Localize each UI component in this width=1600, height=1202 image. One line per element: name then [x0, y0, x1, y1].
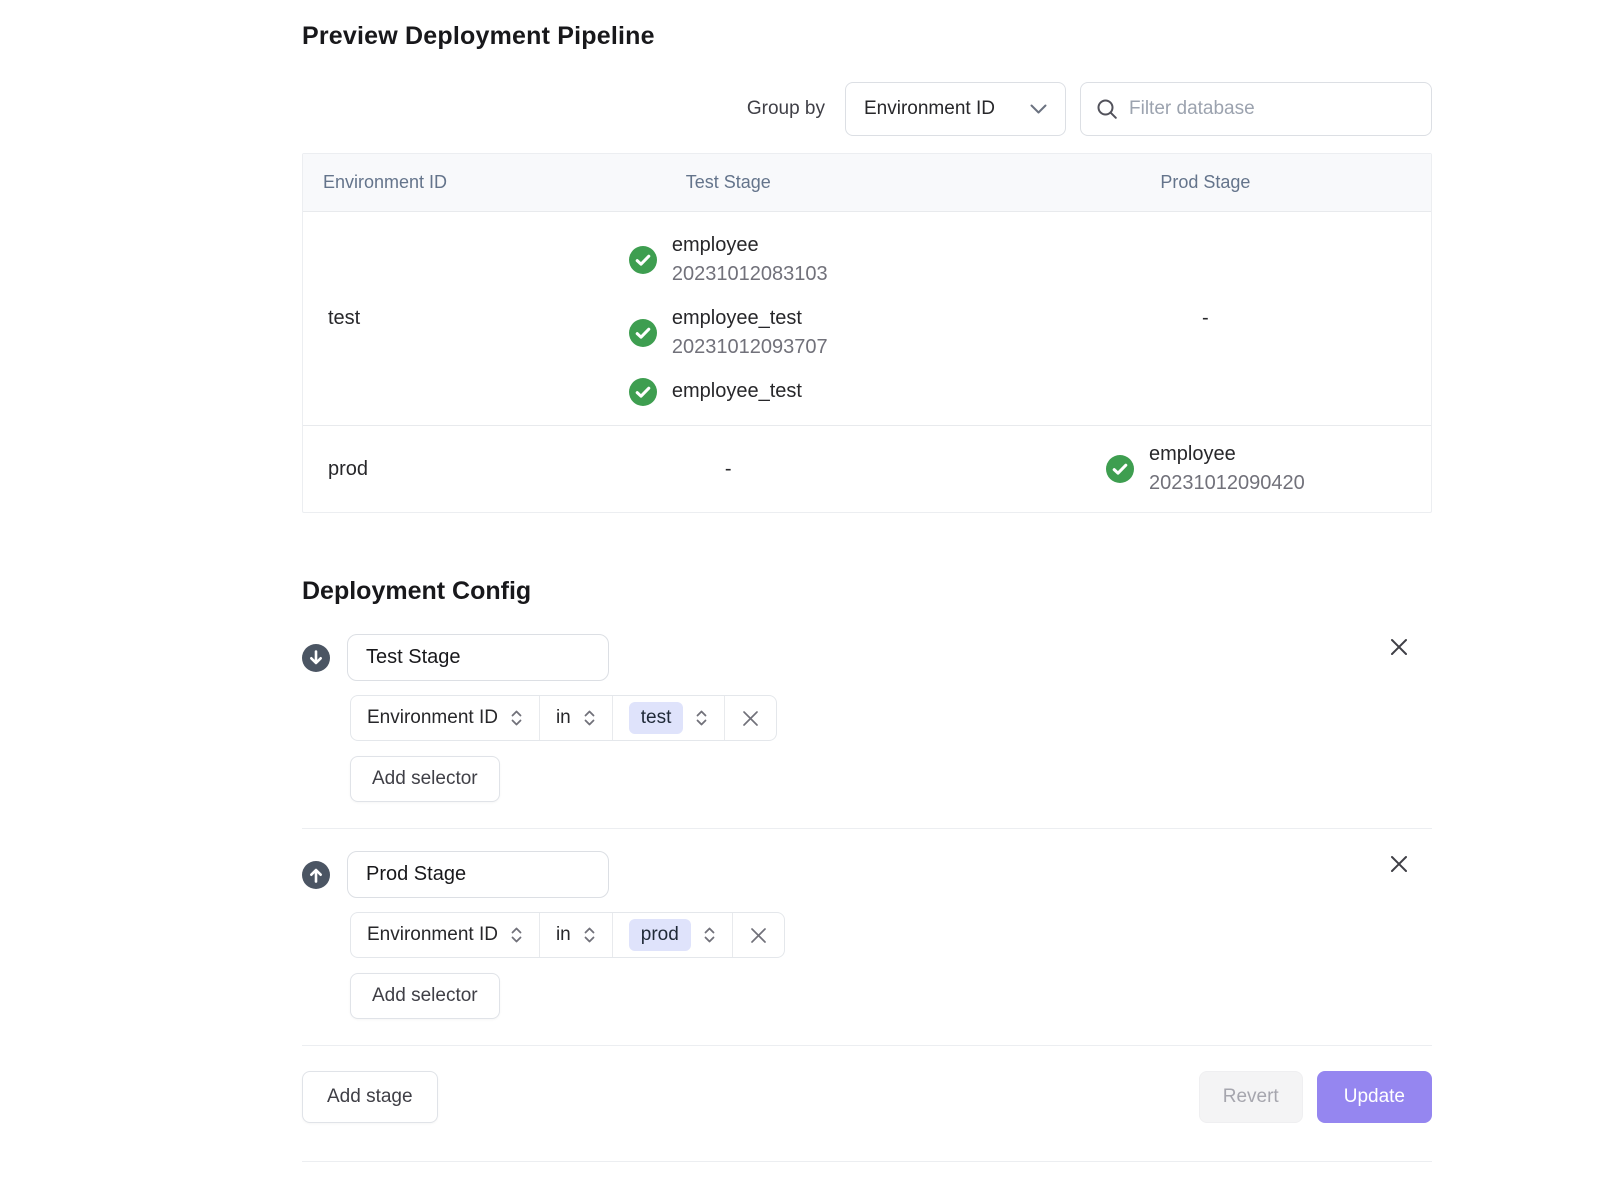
footer-actions: Add stage Revert Update [302, 1046, 1432, 1123]
search-icon [1096, 98, 1118, 120]
success-check-icon [629, 378, 657, 406]
filter-database-input[interactable] [1129, 98, 1416, 120]
update-button[interactable]: Update [1317, 1071, 1432, 1123]
database-name: employee [672, 231, 828, 260]
revert-button[interactable]: Revert [1199, 1071, 1303, 1123]
environment-name: test [303, 307, 477, 330]
pipeline-table: Environment ID Test Stage Prod Stage tes… [302, 153, 1432, 513]
updown-chevron-icon [695, 708, 708, 728]
database-name: employee_test [672, 377, 802, 406]
success-check-icon [629, 319, 657, 347]
arrow-up-circle-icon [302, 861, 330, 889]
group-by-select[interactable]: Environment ID [845, 82, 1066, 136]
group-by-value: Environment ID [864, 98, 995, 120]
selector-rule: Environment ID in prod [350, 912, 785, 958]
database-entry: employee_test 20231012093707 [629, 304, 828, 362]
add-selector-button[interactable]: Add selector [350, 756, 500, 802]
database-version: 20231012090420 [1149, 469, 1305, 498]
arrow-down-circle-icon [302, 644, 330, 672]
success-check-icon [629, 246, 657, 274]
selector-key-select[interactable]: Environment ID [351, 913, 540, 957]
pipeline-toolbar: Group by Environment ID [302, 82, 1432, 136]
updown-chevron-icon [583, 708, 596, 728]
page-title: Preview Deployment Pipeline [302, 22, 1432, 51]
add-stage-button[interactable]: Add stage [302, 1071, 438, 1123]
table-header-row: Environment ID Test Stage Prod Stage [303, 154, 1431, 211]
group-by-label: Group by [747, 98, 825, 120]
database-version: 20231012093707 [672, 333, 828, 362]
selector-value-tag: test [629, 702, 684, 734]
table-row: test employee 20231012083103 employee_te… [303, 211, 1431, 425]
selector-value-select[interactable]: prod [613, 913, 733, 957]
add-selector-button[interactable]: Add selector [350, 973, 500, 1019]
table-row: prod - employee 20231012090420 [303, 425, 1431, 512]
column-header-test-stage: Test Stage [477, 172, 980, 193]
selector-operator-select[interactable]: in [540, 913, 613, 957]
deployment-config-title: Deployment Config [302, 577, 1432, 606]
remove-selector-button[interactable] [733, 913, 784, 957]
selector-key-select[interactable]: Environment ID [351, 696, 540, 740]
updown-chevron-icon [510, 925, 523, 945]
stage-config-test: Environment ID in test Add selector [302, 634, 1432, 802]
stage-name-input[interactable] [347, 634, 609, 681]
filter-database-search [1080, 82, 1432, 136]
selector-operator-select[interactable]: in [540, 696, 613, 740]
close-icon [1389, 854, 1409, 874]
environment-name: prod [303, 458, 477, 481]
close-icon [742, 710, 759, 727]
remove-stage-button[interactable] [1386, 634, 1412, 660]
stage-config-prod: Environment ID in prod Add selector [302, 851, 1432, 1019]
selector-value-select[interactable]: test [613, 696, 726, 740]
remove-stage-button[interactable] [1386, 851, 1412, 877]
database-list: employee 20231012090420 [1106, 440, 1305, 498]
deployment-pipeline-page: Preview Deployment Pipeline Group by Env… [0, 0, 1600, 1202]
prod-stage-cell: employee 20231012090420 [980, 440, 1431, 498]
column-header-prod-stage: Prod Stage [980, 172, 1431, 193]
close-icon [750, 927, 767, 944]
updown-chevron-icon [510, 708, 523, 728]
prod-stage-empty: - [980, 307, 1431, 330]
bottom-divider [302, 1161, 1432, 1162]
selector-value-tag: prod [629, 919, 691, 951]
database-name: employee [1149, 440, 1305, 469]
test-stage-empty: - [477, 458, 980, 481]
remove-selector-button[interactable] [725, 696, 776, 740]
close-icon [1389, 637, 1409, 657]
database-name: employee_test [672, 304, 828, 333]
database-entry: employee_test [629, 377, 828, 406]
updown-chevron-icon [583, 925, 596, 945]
test-stage-cell: employee 20231012083103 employee_test 20… [477, 231, 980, 406]
selector-rule: Environment ID in test [350, 695, 777, 741]
success-check-icon [1106, 455, 1134, 483]
database-version: 20231012083103 [672, 260, 828, 289]
stage-name-input[interactable] [347, 851, 609, 898]
chevron-down-icon [1030, 104, 1047, 115]
database-list: employee 20231012083103 employee_test 20… [629, 231, 828, 406]
stage-divider [302, 828, 1432, 829]
database-entry: employee 20231012090420 [1106, 440, 1305, 498]
updown-chevron-icon [703, 925, 716, 945]
database-entry: employee 20231012083103 [629, 231, 828, 289]
column-header-environment: Environment ID [303, 172, 477, 193]
